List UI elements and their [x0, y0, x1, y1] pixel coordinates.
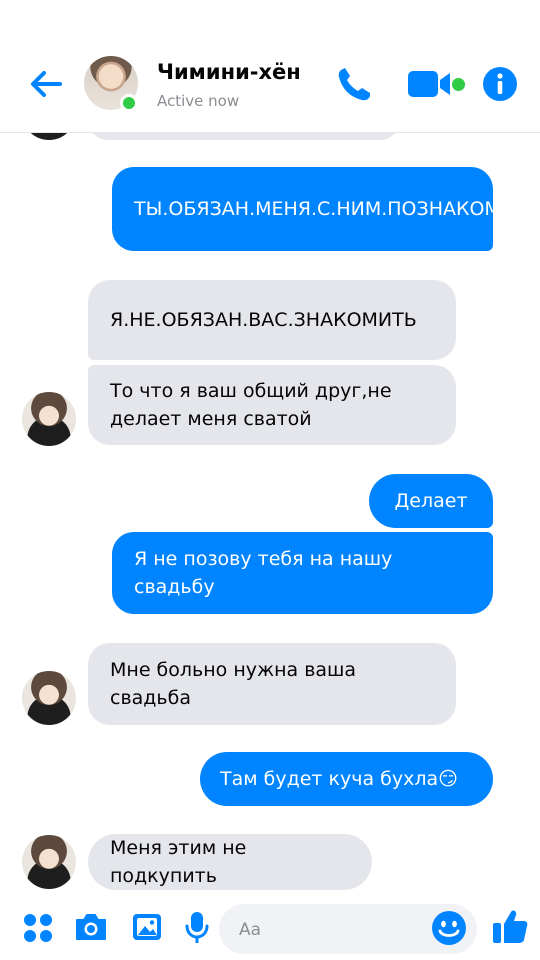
- message-text: Я не позову тебя на нашу свадьбу: [134, 548, 393, 598]
- contact-message-avatar: [22, 392, 76, 446]
- message-text: Там будет куча бухла😏: [220, 768, 458, 790]
- message-text: Мне больно нужна ваша свадьба: [110, 659, 357, 709]
- message-outgoing[interactable]: Делает: [369, 474, 493, 528]
- emoji-icon[interactable]: [431, 910, 467, 946]
- message-text: Делает: [394, 490, 468, 512]
- message-text: Меня этим не подкупить: [110, 837, 247, 887]
- message-text: ТЫ.ОБЯЗАН.МЕНЯ.С.НИМ.ПОЗНАКОМИТЬ.: [134, 198, 540, 220]
- contact-status: Active now: [157, 92, 240, 110]
- gallery-icon[interactable]: [131, 911, 163, 943]
- chat-header: Чимини-хён Active now: [0, 0, 540, 133]
- apps-grid-icon[interactable]: [23, 913, 53, 943]
- message-text: Я.НЕ.ОБЯЗАН.ВАС.ЗНАКОМИТЬ: [110, 309, 417, 331]
- camera-icon[interactable]: [74, 912, 108, 942]
- back-arrow-icon[interactable]: [26, 64, 66, 104]
- contact-name[interactable]: Чимини-хён: [157, 60, 301, 84]
- online-indicator: [120, 94, 138, 112]
- message-incoming[interactable]: Я.НЕ.ОБЯЗАН.ВАС.ЗНАКОМИТЬ: [88, 280, 456, 360]
- message-outgoing[interactable]: ТЫ.ОБЯЗАН.МЕНЯ.С.НИМ.ПОЗНАКОМИТЬ.: [112, 167, 540, 251]
- phone-icon[interactable]: [334, 64, 374, 104]
- message-outgoing[interactable]: Я не позову тебя на нашу свадьбу: [112, 532, 493, 614]
- message-incoming[interactable]: То что я ваш общий друг,не делает меня с…: [88, 365, 456, 445]
- video-camera-icon[interactable]: [406, 68, 456, 100]
- message-input[interactable]: [237, 914, 431, 946]
- message-incoming[interactable]: Мне больно нужна ваша свадьба: [88, 643, 456, 725]
- message-incoming[interactable]: Меня этим не подкупить: [88, 834, 372, 890]
- thumbs-up-icon[interactable]: [490, 906, 530, 946]
- microphone-icon[interactable]: [183, 910, 211, 944]
- message-outgoing[interactable]: Там будет куча бухла😏: [200, 752, 493, 806]
- video-active-indicator: [452, 78, 465, 91]
- info-icon[interactable]: [482, 66, 518, 102]
- contact-message-avatar: [22, 671, 76, 725]
- message-text: То что я ваш общий друг,не делает меня с…: [110, 380, 392, 430]
- contact-message-avatar: [22, 835, 76, 889]
